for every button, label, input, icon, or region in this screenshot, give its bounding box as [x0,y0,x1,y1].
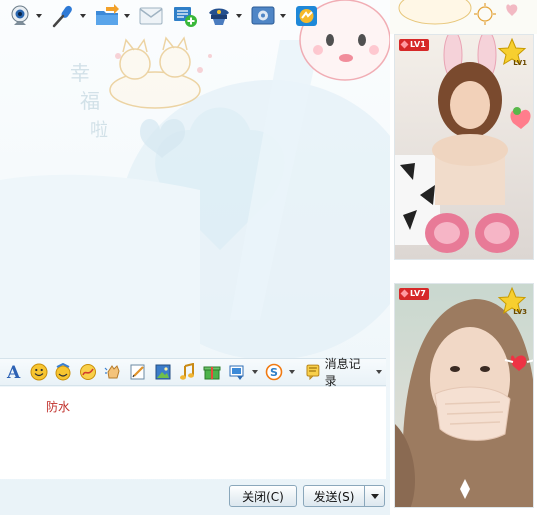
font-button[interactable]: A [3,361,25,383]
top-toolbar [0,0,390,32]
edit-icon [130,364,145,380]
message-history-button[interactable]: 消息记录 [302,357,386,388]
edit-button[interactable] [127,361,149,383]
screenshot-button[interactable] [226,361,248,383]
folder-transfer-icon [96,4,119,25]
webcam-icon [11,5,29,25]
chevron-down-icon[interactable] [288,370,295,374]
share-screen-button[interactable] [294,1,320,31]
scribble-icon [80,364,97,380]
chevron-down-icon [376,370,383,374]
voice-call-button[interactable] [50,1,86,31]
chevron-down-icon[interactable] [80,14,86,18]
star-badge: LV1 [497,37,527,67]
chevron-down-icon [370,493,379,499]
svg-text:A: A [6,363,21,381]
arrow-share-icon [296,6,317,26]
font-icon: A [6,363,21,381]
star-badge: LV3 [497,286,527,316]
gift-icon [203,366,221,380]
chevron-down-icon[interactable] [236,14,242,18]
sogou-input-icon: S [265,363,283,381]
screenshot-icon [229,365,244,380]
star-level: LV1 [513,59,527,67]
chevron-down-icon[interactable] [251,370,258,374]
remote-assist-button[interactable] [206,1,242,31]
star-level: LV3 [513,308,527,316]
scribble-button[interactable] [77,361,99,383]
smiley-button[interactable] [28,361,50,383]
show-avatar-card[interactable]: LV7 LV3 [394,283,534,508]
format-toolbar: A S 消息记录 [0,357,386,388]
chevron-down-icon[interactable] [124,14,130,18]
message-input[interactable]: 防水 [0,387,386,479]
send-mail-button[interactable] [138,1,164,31]
music-button[interactable] [177,361,199,383]
apps-button[interactable] [250,1,286,31]
create-discussion-button[interactable] [172,1,198,31]
level-badge: LV1 [399,39,429,51]
settings-panel-icon [251,6,275,25]
skin-decoration [390,0,537,34]
smiley-icon [30,363,48,381]
svg-text:S: S [270,366,278,379]
level-badge: LV7 [399,288,429,300]
chat-log-icon [306,364,320,380]
bottom-bar: 关闭(C) 发送(S) [0,480,390,515]
shake-button[interactable] [102,361,124,383]
show-avatar-image [395,284,533,507]
send-file-button[interactable] [94,1,130,31]
message-history[interactable] [0,34,386,356]
shake-icon [104,365,120,379]
magic-face-button[interactable] [53,361,75,383]
show-panel: LV1 LV1 LV7 LV3 [390,0,537,515]
microphone-icon [52,5,72,28]
video-call-button[interactable] [8,1,42,31]
music-note-icon [180,363,195,380]
magic-face-icon [55,363,71,381]
message-history-label: 消息记录 [324,357,361,388]
input-text: 防水 [46,400,71,414]
chevron-down-icon[interactable] [36,14,42,18]
mail-icon [139,7,163,25]
gift-button[interactable] [201,361,223,383]
image-icon [155,364,171,380]
add-group-icon [174,7,197,27]
police-cap-icon [209,8,229,25]
show-avatar-image [395,35,533,259]
show-avatar-card[interactable]: LV1 LV1 [394,34,534,260]
send-button[interactable]: 发送(S) [303,485,365,507]
send-options-button[interactable] [364,485,385,507]
close-button[interactable]: 关闭(C) [229,485,297,507]
chevron-down-icon[interactable] [280,14,286,18]
sogou-input-button[interactable]: S [263,361,285,383]
image-button[interactable] [152,361,174,383]
chat-pane: 幸 福 啦 A S 消息记录 防水 关闭(C) 发送(S) [0,0,390,515]
